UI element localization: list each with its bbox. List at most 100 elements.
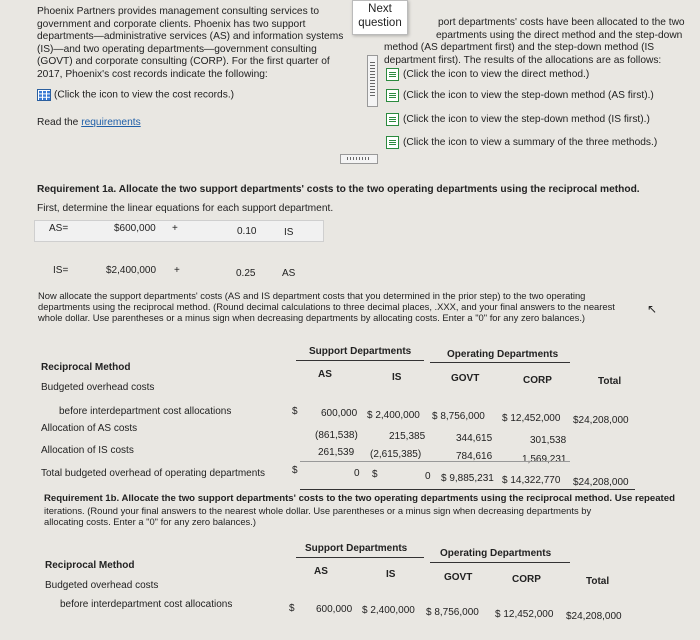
row-label: before interdepartment cost allocations bbox=[60, 599, 233, 610]
cell-corp[interactable]: 1,569,231 bbox=[522, 454, 567, 465]
operating-header-rule bbox=[430, 362, 570, 363]
document-icon[interactable] bbox=[386, 136, 399, 149]
document-icon[interactable] bbox=[386, 68, 399, 81]
cell-total[interactable]: $24,208,000 bbox=[573, 415, 629, 426]
col-as-header: AS bbox=[318, 369, 332, 380]
cost-records-link-text[interactable]: (Click the icon to view the cost records… bbox=[54, 90, 234, 101]
intro-line: 2017, Phoenix's cost records indicate th… bbox=[37, 68, 268, 80]
operating-departments-header: Operating Departments bbox=[447, 349, 559, 360]
dollar-sign: $ bbox=[372, 469, 378, 480]
cost-records-link[interactable]: (Click the icon to view the cost records… bbox=[37, 89, 234, 101]
cell-corp[interactable]: $ 14,322,770 bbox=[502, 475, 560, 486]
cell-corp[interactable]: $ 12,452,000 bbox=[495, 609, 553, 620]
cell-as[interactable]: 600,000 bbox=[321, 408, 357, 419]
support-departments-header: Support Departments bbox=[305, 543, 408, 554]
row-label: Total budgeted overhead of operating dep… bbox=[41, 468, 266, 479]
instruction-line: Now allocate the support departments' co… bbox=[38, 290, 586, 301]
req1a-title: Requirement 1a. Allocate the two support… bbox=[37, 184, 640, 195]
intro-right-line: department first). The results of the al… bbox=[384, 54, 662, 66]
reciprocal-method-label: Reciprocal Method bbox=[41, 362, 131, 373]
intro-right-line: port departments' costs have been alloca… bbox=[438, 17, 685, 28]
cell-as[interactable]: 261,539 bbox=[318, 447, 354, 458]
cell-as[interactable]: (861,538) bbox=[315, 430, 358, 441]
cell-govt[interactable]: $ 8,756,000 bbox=[432, 411, 485, 422]
eq-as-label: AS= bbox=[49, 223, 69, 234]
req1b-instructions: iterations. (Round your final answers to… bbox=[44, 505, 591, 527]
cell-is[interactable]: $ 2,400,000 bbox=[362, 605, 415, 616]
read-the-text: Read the bbox=[37, 117, 79, 128]
document-icon[interactable] bbox=[386, 113, 399, 126]
summary-link[interactable]: (Click the icon to view a summary of the… bbox=[386, 136, 657, 149]
intro-line: (GOVT) and corporate consulting (CORP). … bbox=[37, 56, 330, 67]
col-as-header: AS bbox=[314, 566, 328, 577]
direct-method-link-text[interactable]: (Click the icon to view the direct metho… bbox=[403, 69, 589, 80]
intro-line: government and corporate clients. Phoeni… bbox=[37, 18, 306, 30]
intro-line: departments—administrative services (AS)… bbox=[37, 31, 344, 42]
col-corp-header: CORP bbox=[523, 375, 552, 386]
eq-is-var[interactable]: AS bbox=[282, 268, 295, 279]
cell-is[interactable]: (2,615,385) bbox=[370, 449, 421, 460]
col-corp-header: CORP bbox=[512, 574, 541, 585]
stepdown-as-link[interactable]: (Click the icon to view the step-down me… bbox=[386, 89, 654, 102]
col-is-header: IS bbox=[386, 569, 396, 580]
document-icon[interactable] bbox=[386, 89, 399, 102]
eq-is-coef[interactable]: 0.25 bbox=[236, 268, 255, 279]
req1a-instructions: Now allocate the support departments' co… bbox=[38, 290, 615, 323]
next-label: Next bbox=[368, 3, 392, 15]
cell-govt[interactable]: $ 9,885,231 bbox=[441, 473, 494, 484]
col-total-header: Total bbox=[598, 376, 622, 387]
intro-right-line: epartments using the direct method and t… bbox=[436, 29, 683, 41]
panel-resize-handle[interactable] bbox=[367, 55, 378, 107]
mouse-cursor-icon: ↖ bbox=[647, 302, 658, 316]
cell-govt[interactable]: $ 8,756,000 bbox=[426, 607, 479, 618]
cell-corp[interactable]: $ 12,452,000 bbox=[502, 413, 560, 424]
stepdown-as-link-text[interactable]: (Click the icon to view the step-down me… bbox=[403, 90, 654, 101]
cell-corp[interactable]: 301,538 bbox=[530, 435, 566, 446]
dollar-sign: $ bbox=[292, 465, 298, 476]
row-label: Budgeted overhead costs bbox=[45, 580, 159, 591]
instruction-line: iterations. (Round your final answers to… bbox=[44, 505, 592, 516]
summary-link-text[interactable]: (Click the icon to view a summary of the… bbox=[403, 137, 657, 148]
eq-as-amount[interactable]: $600,000 bbox=[114, 223, 156, 234]
cell-total[interactable]: $24,208,000 bbox=[573, 477, 629, 488]
operating-header-rule bbox=[430, 562, 570, 563]
intro-right-line: method (AS department first) and the ste… bbox=[384, 42, 655, 53]
row-label: Budgeted overhead costs bbox=[41, 382, 155, 393]
section-collapse-handle[interactable] bbox=[340, 154, 378, 164]
col-govt-header: GOVT bbox=[444, 572, 473, 583]
cell-total[interactable]: $24,208,000 bbox=[566, 611, 622, 622]
support-header-rule bbox=[296, 557, 424, 558]
col-is-header: IS bbox=[392, 372, 402, 383]
direct-method-link[interactable]: (Click the icon to view the direct metho… bbox=[386, 68, 589, 81]
stepdown-is-link-text[interactable]: (Click the icon to view the step-down me… bbox=[403, 114, 650, 125]
row3-rule bbox=[300, 461, 570, 462]
eq-is-amount[interactable]: $2,400,000 bbox=[106, 265, 156, 276]
req1a-subtitle: First, determine the linear equations fo… bbox=[37, 203, 334, 214]
cell-is[interactable]: $ 2,400,000 bbox=[367, 410, 420, 421]
cell-govt[interactable]: 344,615 bbox=[456, 433, 492, 444]
instruction-line: whole dollar. Use parentheses or a minus… bbox=[38, 312, 586, 323]
table-icon[interactable] bbox=[37, 89, 51, 101]
cell-as[interactable]: 0 bbox=[354, 468, 360, 479]
requirements-link[interactable]: requirements bbox=[81, 117, 140, 128]
eq-is-plus: + bbox=[174, 265, 180, 276]
intro-line: Phoenix Partners provides management con… bbox=[37, 6, 320, 17]
row-label: before interdepartment cost allocations bbox=[59, 406, 232, 417]
col-govt-header: GOVT bbox=[451, 373, 480, 384]
equation-as-row bbox=[34, 220, 324, 242]
eq-as-var[interactable]: IS bbox=[284, 227, 293, 238]
eq-as-plus: + bbox=[172, 223, 178, 234]
intro-right: port departments' costs have been alloca… bbox=[384, 17, 685, 67]
cell-is[interactable]: 215,385 bbox=[389, 431, 425, 442]
reciprocal-method-label: Reciprocal Method bbox=[45, 560, 135, 571]
stepdown-is-link[interactable]: (Click the icon to view the step-down me… bbox=[386, 113, 650, 126]
cell-is[interactable]: 0 bbox=[425, 471, 431, 482]
instruction-line: departments using the reciprocal method.… bbox=[38, 301, 615, 312]
eq-as-coef[interactable]: 0.10 bbox=[237, 226, 256, 237]
cell-as[interactable]: 600,000 bbox=[316, 604, 352, 615]
row-label: Allocation of IS costs bbox=[41, 445, 134, 456]
instruction-line: allocating costs. Enter a "0" for any ze… bbox=[44, 516, 256, 527]
req1b-title: Requirement 1b. Allocate the two support… bbox=[44, 493, 675, 504]
operating-departments-header: Operating Departments bbox=[440, 548, 552, 559]
support-departments-header: Support Departments bbox=[309, 346, 412, 357]
